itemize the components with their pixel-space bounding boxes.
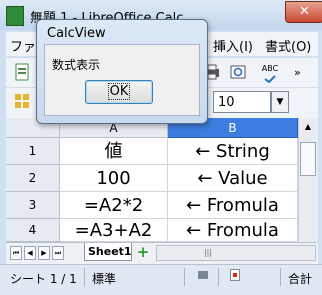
print-preview-icon[interactable] xyxy=(226,62,250,86)
previous-sheet-icon[interactable]: ◀ xyxy=(24,246,36,260)
first-sheet-icon[interactable]: ⏮ xyxy=(10,246,22,260)
sheet-tab[interactable]: Sheet1 xyxy=(84,243,132,261)
menu-insert[interactable]: 挿入(I) xyxy=(213,36,253,55)
row-header[interactable]: 3 xyxy=(6,192,60,219)
font-size-field[interactable]: 10 xyxy=(213,91,271,113)
cell-b3[interactable]: ← Fromula xyxy=(168,192,298,219)
new-document-icon[interactable] xyxy=(10,62,34,86)
cell-b2[interactable]: ← Value xyxy=(168,165,298,192)
calc-app-icon xyxy=(6,6,24,26)
page-style[interactable]: 標準 xyxy=(92,270,116,287)
cell-a4[interactable]: =A3+A2 xyxy=(60,219,168,242)
document-modified-icon xyxy=(230,269,240,281)
cell-a3[interactable]: =A2*2 xyxy=(60,192,168,219)
cell-a2[interactable]: 100 xyxy=(60,165,168,192)
menu-file[interactable]: ファ xyxy=(10,36,36,55)
row-header[interactable]: 4 xyxy=(6,219,60,242)
last-sheet-icon[interactable]: ⏭ xyxy=(52,246,64,260)
window-close-button[interactable]: ✕ xyxy=(285,1,322,23)
sum-label: 合計 xyxy=(288,272,313,286)
selection-mode-icon[interactable] xyxy=(198,271,208,279)
spellcheck-label: ABC xyxy=(261,64,279,73)
row-header[interactable]: 2 xyxy=(6,165,60,192)
horizontal-scroll-grip[interactable]: ||| xyxy=(196,247,220,259)
scroll-up-icon[interactable]: ▲ xyxy=(300,120,316,134)
spellcheck-icon[interactable]: ABC xyxy=(258,62,282,86)
cell-a1[interactable]: 値 xyxy=(60,138,168,165)
vertical-scroll-thumb[interactable] xyxy=(300,142,316,176)
status-divider xyxy=(218,268,219,286)
status-divider xyxy=(84,268,85,286)
sheet-position: シート 1 / 1 xyxy=(10,272,77,286)
chevron-down-icon[interactable]: ▼ xyxy=(271,91,289,113)
styles-icon[interactable] xyxy=(10,92,34,116)
dialog-title: CalcView xyxy=(47,26,106,41)
add-sheet-icon[interactable]: + xyxy=(136,245,150,260)
ok-button[interactable]: OK xyxy=(85,80,153,104)
ok-button-label: OK xyxy=(107,83,131,100)
cell-b4[interactable]: ← Fromula xyxy=(168,219,298,242)
horizontal-scrollbar[interactable] xyxy=(156,245,316,261)
row-header[interactable]: 1 xyxy=(6,138,60,165)
vertical-scrollbar[interactable] xyxy=(298,118,318,242)
status-divider xyxy=(184,268,185,286)
next-sheet-icon[interactable]: ▶ xyxy=(38,246,50,260)
menu-format[interactable]: 書式(O) xyxy=(265,36,311,55)
dialog-message: 数式表示 xyxy=(52,58,101,72)
status-divider xyxy=(280,268,281,286)
cell-b1[interactable]: ← String xyxy=(168,138,298,165)
toolbar-overflow-icon[interactable]: » xyxy=(294,66,301,79)
